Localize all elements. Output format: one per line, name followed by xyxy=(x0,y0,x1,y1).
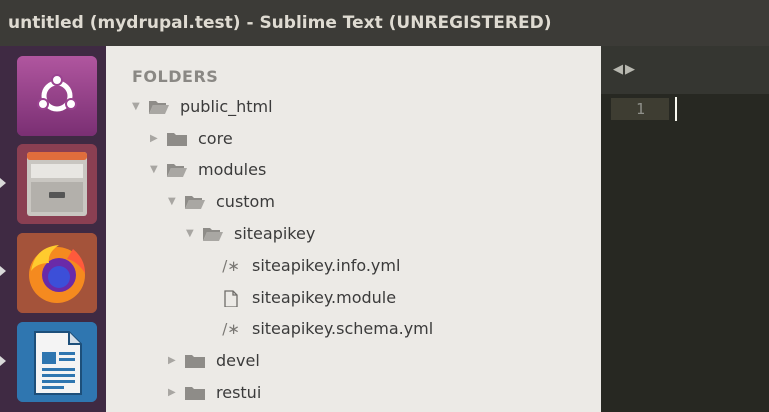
disclosure-collapsed-icon[interactable]: ▶ xyxy=(168,355,184,366)
tree-item-label: siteapikey xyxy=(234,224,316,243)
line-number: 1 xyxy=(636,100,646,118)
tree-item-siteapikey-module[interactable]: siteapikey.module xyxy=(220,282,396,313)
disclosure-expanded-icon[interactable]: ▼ xyxy=(186,228,202,239)
file-manager-icon xyxy=(17,144,97,224)
comment-file-icon: /∗ xyxy=(222,256,240,275)
launcher-item-writer[interactable] xyxy=(17,322,97,402)
tree-item-label: siteapikey.info.yml xyxy=(252,256,401,275)
tree-item-custom[interactable]: ▼ custom xyxy=(168,186,275,217)
tree-item-label: siteapikey.module xyxy=(252,288,397,307)
libreoffice-writer-icon xyxy=(17,322,97,402)
folder-icon xyxy=(185,386,205,400)
tree-item-label: modules xyxy=(198,160,267,179)
tree-item-label: custom xyxy=(216,192,275,211)
sidebar: FOLDERS ▼ public_html ▶ core ▼ modules ▼… xyxy=(106,46,601,412)
tree-item-label: siteapikey.schema.yml xyxy=(252,319,434,338)
tree-item-restui[interactable]: ▶ restui xyxy=(168,377,261,408)
disclosure-collapsed-icon[interactable]: ▶ xyxy=(150,133,166,144)
tab-bar: ◀▶ xyxy=(601,46,769,94)
disclosure-collapsed-icon[interactable]: ▶ xyxy=(168,387,184,398)
tab-nav-arrows-icon[interactable]: ◀▶ xyxy=(613,62,637,77)
running-indicator xyxy=(0,266,6,276)
window-title: untitled (mydrupal.test) - Sublime Text … xyxy=(8,13,552,33)
disclosure-expanded-icon[interactable]: ▼ xyxy=(150,164,166,175)
launcher-item-files[interactable] xyxy=(17,144,97,224)
launcher-item-dash[interactable] xyxy=(17,56,97,136)
tree-item-public-html[interactable]: ▼ public_html xyxy=(132,91,273,122)
disclosure-expanded-icon[interactable]: ▼ xyxy=(168,196,184,207)
folder-open-icon xyxy=(149,100,169,114)
firefox-icon xyxy=(17,233,97,313)
folder-icon xyxy=(167,132,187,146)
running-indicator xyxy=(0,178,6,188)
text-cursor xyxy=(675,97,677,121)
tree-item-core[interactable]: ▶ core xyxy=(150,123,233,154)
comment-file-icon: /∗ xyxy=(222,319,240,338)
page-icon xyxy=(224,289,238,307)
folder-open-icon xyxy=(203,227,223,241)
folder-open-icon xyxy=(167,163,187,177)
running-indicator xyxy=(0,356,6,366)
tree-item-label: core xyxy=(198,129,233,148)
tree-item-siteapikey-schema-yml[interactable]: /∗ siteapikey.schema.yml xyxy=(220,313,433,344)
tree-item-siteapikey[interactable]: ▼ siteapikey xyxy=(186,218,315,249)
launcher xyxy=(0,46,106,412)
folder-icon xyxy=(185,354,205,368)
editor-pane[interactable]: ◀▶ 1 xyxy=(601,46,769,412)
disclosure-expanded-icon[interactable]: ▼ xyxy=(132,101,148,112)
launcher-item-firefox[interactable] xyxy=(17,233,97,313)
ubuntu-dash-icon xyxy=(17,56,97,136)
tree-item-label: devel xyxy=(216,351,260,370)
tree-item-label: restui xyxy=(216,383,262,402)
tree-item-devel[interactable]: ▶ devel xyxy=(168,345,260,376)
window-title-bar[interactable]: untitled (mydrupal.test) - Sublime Text … xyxy=(0,0,769,46)
tree-item-siteapikey-info-yml[interactable]: /∗ siteapikey.info.yml xyxy=(220,250,400,281)
folders-heading: FOLDERS xyxy=(132,67,219,86)
tree-item-modules[interactable]: ▼ modules xyxy=(150,154,266,185)
folder-open-icon xyxy=(185,195,205,209)
tree-item-label: public_html xyxy=(180,97,273,116)
